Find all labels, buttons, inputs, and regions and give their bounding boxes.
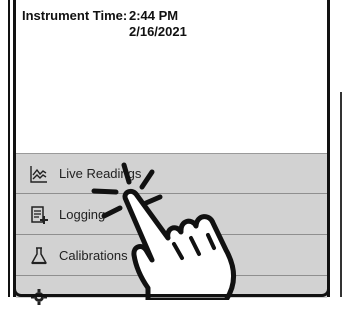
frame-right-inner xyxy=(327,0,330,297)
instrument-date-value: 2/16/2021 xyxy=(129,24,187,39)
gear-icon xyxy=(31,289,47,305)
flask-icon xyxy=(31,246,47,264)
frame-right-outer xyxy=(340,92,342,297)
chart-line-icon xyxy=(30,165,47,183)
instrument-time-value: 2:44 PM xyxy=(129,8,179,23)
frame-left-outer xyxy=(8,0,10,297)
instrument-time-label: Instrument Time: xyxy=(22,8,128,23)
log-list-icon xyxy=(31,205,48,224)
tap-hand-icon xyxy=(91,162,236,300)
